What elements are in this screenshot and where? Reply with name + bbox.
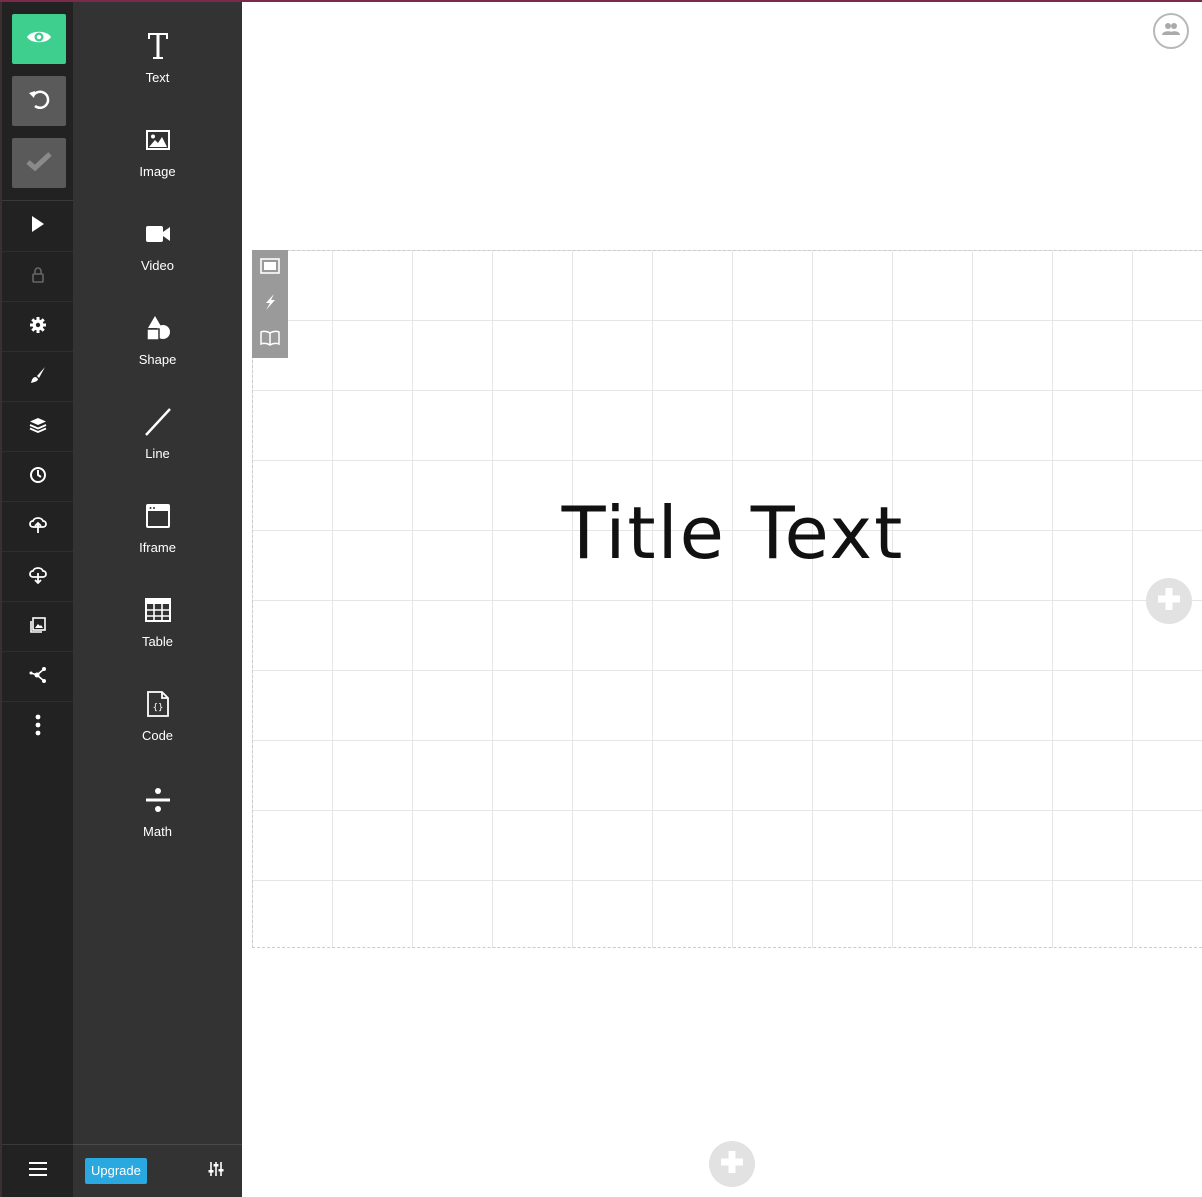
save-button[interactable] — [12, 138, 66, 188]
text-icon — [147, 28, 169, 64]
menu-icon — [28, 1161, 47, 1181]
component-table[interactable]: Table — [73, 592, 242, 672]
slide-title[interactable]: Title Text — [253, 491, 1202, 575]
share-icon — [29, 666, 47, 689]
media-library-button[interactable] — [2, 601, 73, 652]
panel-footer: Upgrade — [73, 1144, 242, 1197]
component-text[interactable]: Text — [73, 28, 242, 108]
component-video[interactable]: Video — [73, 216, 242, 296]
play-icon — [31, 215, 45, 238]
math-icon — [145, 782, 171, 818]
upload-cloud-icon — [28, 516, 48, 539]
main-menu-button[interactable] — [2, 1144, 73, 1197]
line-icon — [144, 404, 172, 440]
svg-text:{}: {} — [152, 703, 163, 713]
settings-button[interactable] — [2, 301, 73, 352]
upgrade-button[interactable]: Upgrade — [85, 1158, 147, 1184]
table-icon — [144, 592, 171, 628]
media-library-icon — [29, 616, 46, 638]
component-line[interactable]: Line — [73, 404, 242, 484]
component-math[interactable]: Math — [73, 782, 242, 862]
history-button[interactable] — [2, 451, 73, 502]
components-panel: Text Image Video Shape Line Iframe Table… — [73, 2, 242, 1197]
sliders-icon — [208, 1162, 224, 1181]
component-code[interactable]: {} Code — [73, 686, 242, 766]
preview-button[interactable] — [12, 14, 66, 64]
more-options-button[interactable] — [2, 701, 73, 752]
code-icon: {} — [146, 686, 169, 722]
layers-button[interactable] — [2, 401, 73, 452]
plus-icon — [1156, 586, 1182, 617]
speaker-notes-button[interactable] — [252, 322, 288, 358]
export-button[interactable] — [2, 551, 73, 602]
layers-icon — [29, 417, 47, 438]
add-slide-right-button[interactable] — [1146, 578, 1192, 624]
image-icon — [145, 122, 170, 158]
undo-icon — [27, 87, 51, 116]
animation-button[interactable] — [252, 286, 288, 322]
history-icon — [29, 466, 47, 489]
editor-toolbar — [0, 2, 73, 1197]
shape-icon — [145, 310, 171, 346]
save-check-icon — [26, 151, 52, 176]
more-vertical-icon — [35, 714, 41, 741]
video-icon — [145, 216, 171, 252]
animation-icon — [263, 293, 277, 316]
slide-background-button[interactable] — [252, 250, 288, 286]
slide-canvas[interactable]: Title Text — [252, 250, 1202, 948]
brush-icon — [29, 366, 47, 389]
slide-background-icon — [260, 257, 280, 279]
style-button[interactable] — [2, 351, 73, 402]
slide-options-toolbar — [252, 250, 288, 358]
iframe-icon — [145, 498, 170, 534]
component-iframe[interactable]: Iframe — [73, 498, 242, 578]
play-button[interactable] — [2, 201, 73, 251]
lock-icon — [31, 266, 45, 289]
editor-settings-button[interactable] — [208, 1161, 224, 1182]
preview-icon — [26, 28, 52, 51]
import-button[interactable] — [2, 501, 73, 552]
collaborators-button[interactable] — [1153, 13, 1189, 49]
gear-icon — [29, 316, 47, 339]
speaker-notes-icon — [260, 330, 280, 351]
component-shape[interactable]: Shape — [73, 310, 242, 390]
add-slide-below-button[interactable] — [709, 1141, 755, 1187]
plus-icon — [719, 1149, 745, 1180]
share-button[interactable] — [2, 651, 73, 702]
lock-button[interactable] — [2, 251, 73, 302]
component-image[interactable]: Image — [73, 122, 242, 202]
undo-button[interactable] — [12, 76, 66, 126]
download-cloud-icon — [28, 566, 48, 589]
collaborators-icon — [1162, 22, 1180, 41]
